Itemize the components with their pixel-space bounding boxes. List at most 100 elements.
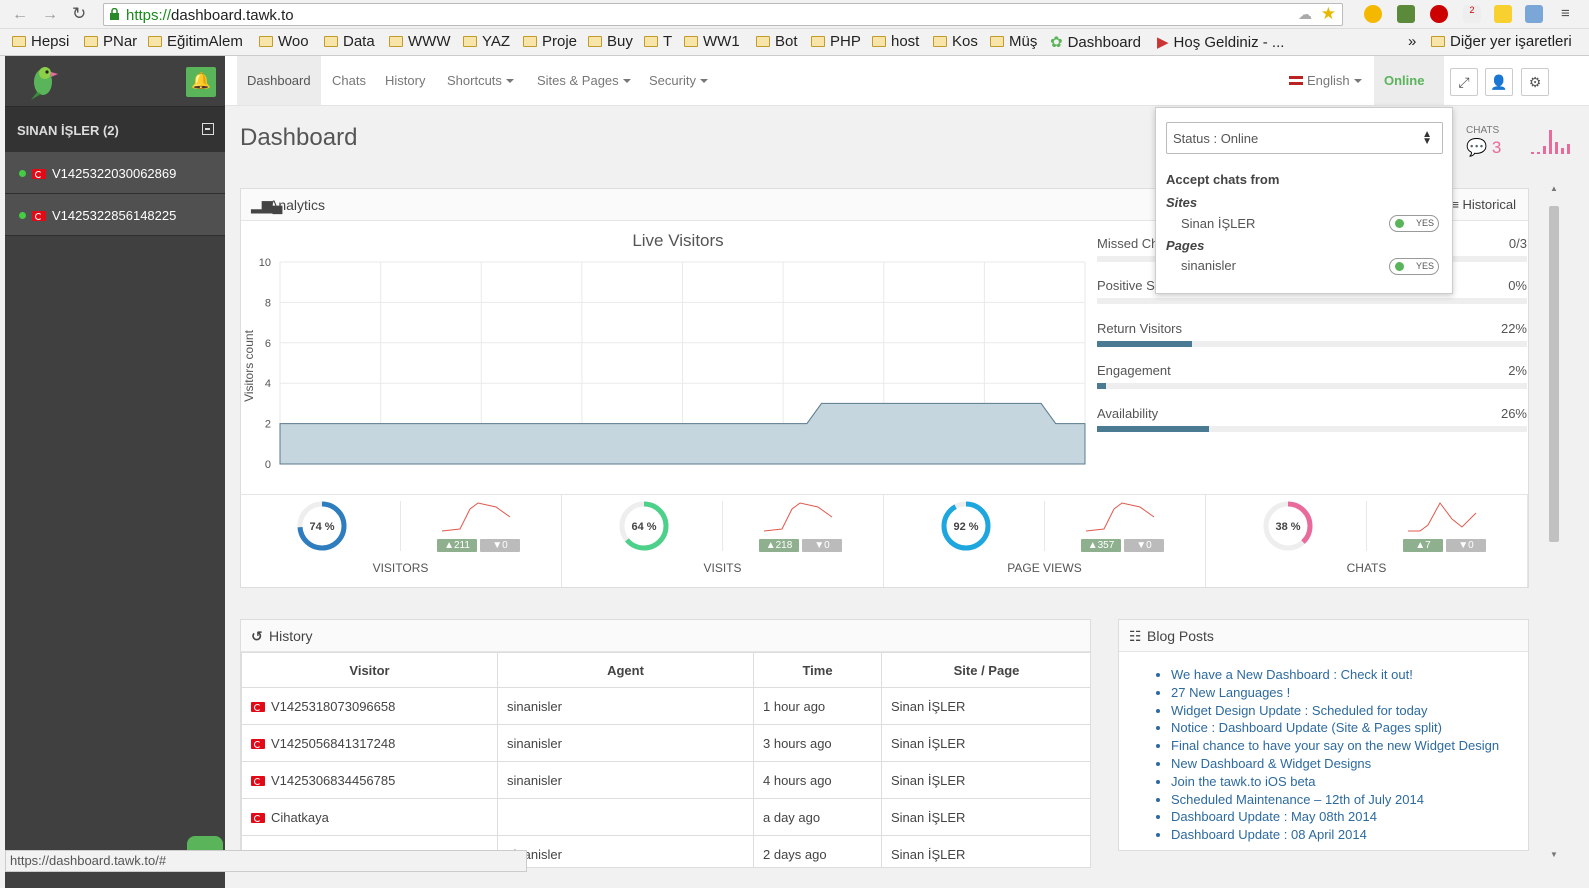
table-row[interactable]: V1425306834456785 sinanisler 4 hours ago Si… <box>241 761 1090 799</box>
settings-button[interactable]: ⚙ <box>1521 68 1549 96</box>
table-header-row: Visitor Agent Time Site / Page <box>241 652 1090 688</box>
extension-badge-count: 2 <box>1469 5 1475 15</box>
menu-icon[interactable]: ≡ <box>1561 5 1570 22</box>
scrollbar-thumb[interactable] <box>1549 206 1559 542</box>
column-header[interactable]: Site / Page <box>881 652 1090 688</box>
url-text: https://dashboard.tawk.to <box>126 7 294 24</box>
notification-bell-button[interactable]: 🔔 <box>186 67 216 97</box>
other-bookmarks[interactable]: Diğer yer işaretleri <box>1431 33 1572 50</box>
folder-icon <box>84 36 98 47</box>
column-header[interactable]: Visitor <box>241 652 498 688</box>
y-tick-label: 8 <box>265 297 271 309</box>
scroll-down-icon[interactable]: ▼ <box>1550 850 1558 859</box>
stat-value: 2% <box>1508 363 1527 378</box>
column-header[interactable]: Agent <box>497 652 754 688</box>
metric-sparkline <box>763 502 833 532</box>
bookmark-item[interactable]: Woo <box>259 33 309 50</box>
visitor-item[interactable]: V1425322856148225 <box>5 194 225 236</box>
blog-post-link[interactable]: Join the tawk.to iOS beta <box>1171 773 1528 791</box>
bookmarks-overflow[interactable]: » <box>1408 33 1416 50</box>
table-row[interactable]: V1425056841317248 sinanisler 3 hours ago Si… <box>241 724 1090 762</box>
scroll-up-icon[interactable]: ▲ <box>1550 184 1558 193</box>
language-selector[interactable]: English <box>1279 56 1372 105</box>
folder-icon <box>324 36 338 47</box>
back-icon[interactable]: ← <box>12 6 28 24</box>
download-extension-icon[interactable]: 2 <box>1463 5 1481 23</box>
bookmark-item[interactable]: PHP <box>811 33 861 50</box>
blog-post-link[interactable]: Dashboard Update : 08 April 2014 <box>1171 826 1528 844</box>
blog-post-link[interactable]: Final chance to have your say on the new… <box>1171 737 1528 755</box>
table-row[interactable]: Cihatkaya a day ago Sinan İŞLER <box>241 798 1090 836</box>
fullscreen-button[interactable]: ⤢ <box>1450 68 1478 96</box>
mail-extension-icon[interactable] <box>1525 5 1543 23</box>
blog-post-link[interactable]: New Dashboard & Widget Designs <box>1171 755 1528 773</box>
blog-post-link[interactable]: Widget Design Update : Scheduled for tod… <box>1171 702 1528 720</box>
folder-icon <box>756 36 770 47</box>
cell-text: 1 hour ago <box>763 698 826 714</box>
page-toggle[interactable]: YES <box>1389 258 1439 275</box>
bookmark-item[interactable]: Hepsi <box>12 33 69 50</box>
page-scrollbar[interactable]: ▲ ▼ <box>1547 184 1561 862</box>
reload-icon[interactable]: ↻ <box>72 4 86 24</box>
turkey-flag-icon <box>251 775 265 786</box>
stat-bar <box>1097 341 1527 347</box>
blog-post-link[interactable]: We have a New Dashboard : Check it out! <box>1171 666 1528 684</box>
history-header: ↺ History <box>241 620 1090 652</box>
tawk-parrot-logo[interactable] <box>23 62 63 102</box>
bookmark-item[interactable]: EğitimAlem <box>148 33 243 50</box>
evernote-extension-icon[interactable] <box>1397 5 1415 23</box>
blog-post-link[interactable]: 27 New Languages ! <box>1171 684 1528 702</box>
bookmark-item[interactable]: host <box>872 33 919 50</box>
nav-sites-pages[interactable]: Sites & Pages <box>527 56 641 105</box>
visitor-item[interactable]: V1425322030062869 <box>5 152 225 194</box>
bookmark-item[interactable]: T <box>644 33 672 50</box>
visitor-group-header[interactable]: SINAN İŞLER (2) <box>5 106 225 152</box>
column-header[interactable]: Time <box>753 652 882 688</box>
collapse-icon[interactable] <box>202 123 214 135</box>
nav-shortcuts[interactable]: Shortcuts <box>437 56 524 105</box>
metric-divider <box>1044 501 1045 551</box>
nav-history[interactable]: History <box>375 56 435 105</box>
folder-icon <box>933 36 947 47</box>
emoji-extension-icon[interactable] <box>1364 5 1382 23</box>
page-title: Dashboard <box>240 124 358 151</box>
sticky-extension-icon[interactable] <box>1494 5 1512 23</box>
forward-icon[interactable]: → <box>42 6 58 24</box>
bookmark-item[interactable]: Bot <box>756 33 798 50</box>
address-bar[interactable]: https://dashboard.tawk.to ☁ ★ <box>103 3 1343 26</box>
historical-toggle[interactable]: ≡ Historical <box>1451 197 1516 212</box>
bookmark-item[interactable]: WWW <box>389 33 450 50</box>
status-toggle[interactable]: Online <box>1374 56 1444 132</box>
bookmark-item[interactable]: YAZ <box>463 33 510 50</box>
bookmark-item[interactable]: Kos <box>933 33 978 50</box>
bookmark-item[interactable]: Proje <box>523 33 577 50</box>
gauge-percent: 92 % <box>953 521 978 533</box>
nav-dashboard[interactable]: Dashboard <box>237 56 321 105</box>
nav-chats[interactable]: Chats <box>322 56 376 105</box>
turkey-flag-icon <box>251 738 265 749</box>
bookmark-item[interactable]: Buy <box>588 33 633 50</box>
bookmark-item[interactable]: Data <box>324 33 375 50</box>
weather-icon[interactable]: ☁ <box>1298 6 1312 23</box>
adblock-extension-icon[interactable] <box>1430 5 1448 23</box>
chat-widget-tab[interactable] <box>187 836 223 850</box>
blog-post-link[interactable]: Notice : Dashboard Update (Site & Pages … <box>1171 719 1528 737</box>
nav-security[interactable]: Security <box>639 56 718 105</box>
metric-divider <box>722 501 723 551</box>
blog-header: ☷ Blog Posts <box>1119 620 1528 652</box>
chats-sparkline <box>1531 130 1570 154</box>
status-select[interactable]: Status : Online ▲ ▼ <box>1166 122 1443 154</box>
increase-badge: ▲218 <box>759 539 799 552</box>
blog-post-link[interactable]: Dashboard Update : May 08th 2014 <box>1171 808 1528 826</box>
cell-text: V1425318073096658 <box>271 698 396 714</box>
bookmark-item[interactable]: Müş <box>990 33 1037 50</box>
profile-button[interactable]: 👤 <box>1485 68 1513 96</box>
site-toggle[interactable]: YES <box>1389 215 1439 232</box>
bookmark-item[interactable]: WW1 <box>684 33 740 50</box>
bookmark-item[interactable]: ✿ Dashboard <box>1050 33 1141 51</box>
bookmark-item[interactable]: ▶ Hoş Geldiniz - ... <box>1157 33 1284 51</box>
blog-post-link[interactable]: Scheduled Maintenance – 12th of July 201… <box>1171 791 1528 809</box>
table-row[interactable]: V1425318073096658 sinanisler 1 hour ago Sin… <box>241 687 1090 725</box>
bookmark-item[interactable]: PNar <box>84 33 137 50</box>
star-icon[interactable]: ★ <box>1321 4 1336 24</box>
